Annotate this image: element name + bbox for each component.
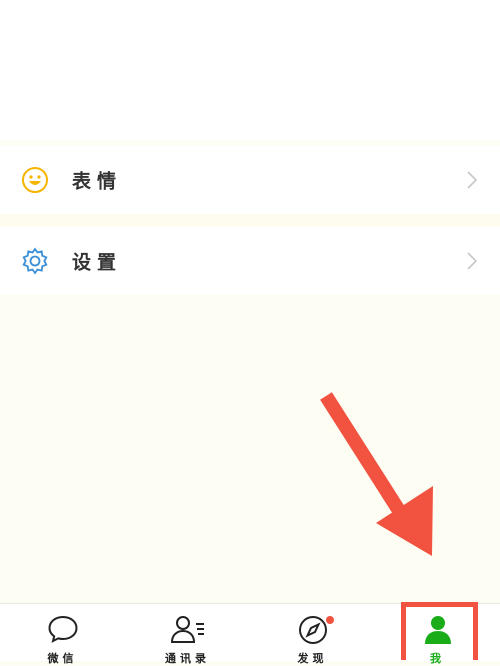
contacts-icon [170, 616, 204, 643]
person-icon [424, 616, 451, 644]
tab-contacts[interactable]: 通讯录 [125, 604, 250, 665]
tab-me[interactable]: 我 [375, 604, 500, 665]
smiley-icon [22, 167, 48, 193]
chat-bubble-icon [47, 615, 78, 643]
compass-icon [298, 616, 327, 644]
tab-wechat[interactable]: 微信 [0, 604, 125, 665]
top-blank-area [0, 0, 500, 140]
menu-item-label: 设置 [72, 251, 123, 274]
menu-item-settings[interactable]: 设置 [0, 227, 500, 295]
tab-label: 发现 [297, 652, 328, 665]
divider [0, 214, 500, 227]
chevron-right-icon [467, 252, 478, 270]
gear-icon [22, 247, 48, 275]
chevron-right-icon [467, 171, 478, 189]
tab-label: 我 [430, 652, 445, 665]
menu-item-emoji[interactable]: 表情 [0, 146, 500, 214]
tab-label: 微信 [47, 652, 78, 665]
menu-item-label: 表情 [72, 170, 123, 193]
tab-discover[interactable]: 发现 [250, 604, 375, 665]
bottom-tab-bar: 微信 通讯录 发现 我 [0, 603, 500, 665]
tab-label: 通讯录 [165, 652, 210, 665]
notification-dot [326, 616, 334, 624]
